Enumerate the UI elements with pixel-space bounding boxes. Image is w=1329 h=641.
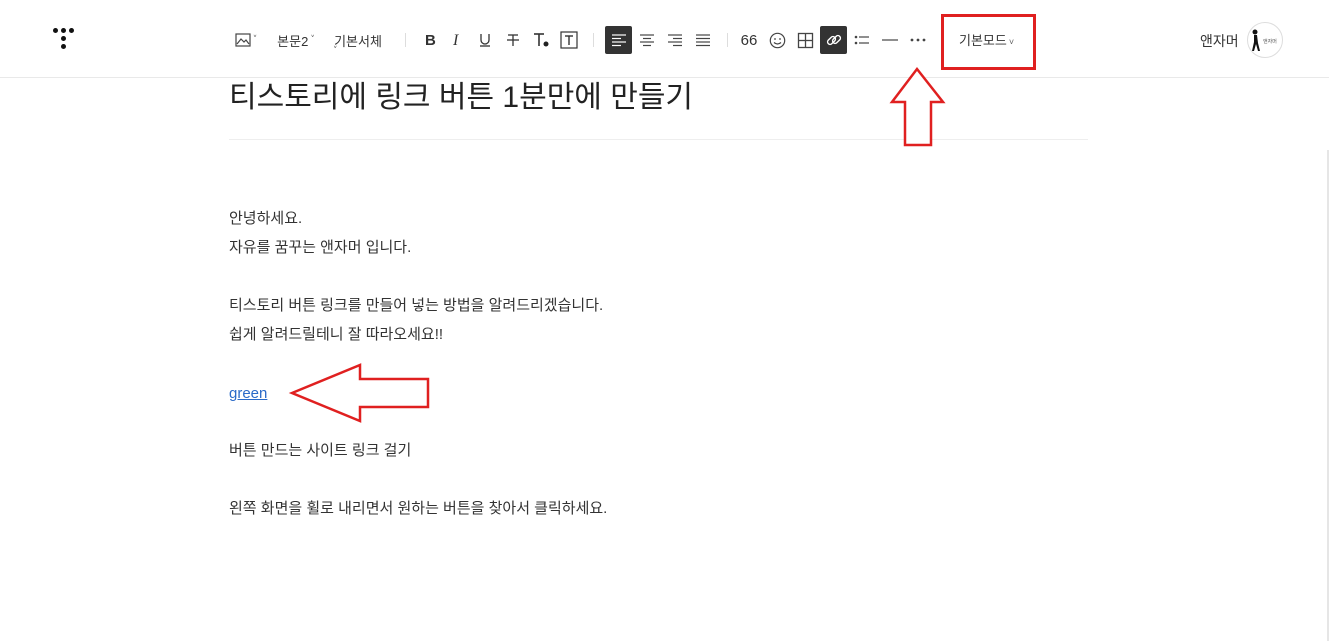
paragraph-style-label: 본문2 [277,33,309,49]
insert-image-button[interactable]: ˅ [232,26,260,54]
list-button[interactable] [850,26,874,54]
chevron-down-icon: ˅ [310,35,315,45]
logo-icon[interactable] [50,26,78,54]
font-family-select[interactable]: 기본서체 [330,26,386,54]
background-color-icon [560,31,578,49]
emoji-button[interactable] [765,26,789,54]
image-icon [235,33,251,47]
body-line[interactable]: 쉽게 알려드릴테니 잘 따라오세요!! [229,320,443,349]
more-button[interactable] [906,26,930,54]
align-right-icon [667,33,683,47]
editor-toolbar: ˅ 본문2 ˅ 기본서체 ˅ B I 66 기본모드 ˅ 앤자머 앤자머 [0,0,1329,78]
bold-icon: B [423,32,437,48]
strikethrough-icon [506,32,520,48]
align-justify-icon [695,33,711,47]
align-justify-button[interactable] [690,26,716,54]
body-line[interactable]: 왼쪽 화면을 휠로 내리면서 원하는 버튼을 찾아서 클릭하세요. [229,494,607,523]
align-center-icon [639,33,655,47]
strikethrough-button[interactable] [501,26,525,54]
align-left-button[interactable] [605,26,632,54]
table-button[interactable] [793,26,817,54]
bold-button[interactable]: B [418,26,442,54]
body-line[interactable]: 버튼 만드는 사이트 링크 걸기 [229,436,411,465]
link-button[interactable] [820,26,847,54]
align-left-icon [611,33,627,47]
up-arrow-annotation-icon [889,66,946,147]
table-icon [797,32,814,49]
title-divider [229,139,1088,140]
paragraph-style-select[interactable]: 본문2 ˅ [272,26,320,54]
chevron-down-icon: ˅ [1008,37,1015,47]
chevron-down-icon: ˅ [333,46,338,56]
more-icon [910,38,926,42]
background-color-button[interactable] [557,26,581,54]
quote-button[interactable]: 66 [737,26,761,54]
avatar[interactable]: 앤자머 [1247,22,1283,58]
divider-icon [882,38,898,42]
toolbar-divider [405,33,406,47]
link-icon [825,31,843,49]
quote-icon: 66 [740,31,758,49]
svg-text:I: I [452,32,459,48]
toolbar-divider [727,33,728,47]
text-color-button[interactable] [529,26,553,54]
emoji-icon [769,32,786,49]
editor-mode-select[interactable]: 기본모드 ˅ [959,30,1014,49]
toolbar-divider [593,33,594,47]
align-right-button[interactable] [662,26,688,54]
italic-icon: I [450,32,464,48]
chevron-down-icon: ˅ [252,35,258,45]
green-link[interactable]: green [229,379,267,408]
align-center-button[interactable] [634,26,660,54]
text-color-icon [532,32,550,48]
svg-text:B: B [425,32,436,48]
divider-button[interactable] [878,26,902,54]
post-title[interactable]: 티스토리에 링크 버튼 1분만에 만들기 [229,72,693,116]
svg-text:앤자머: 앤자머 [1263,38,1277,45]
body-line[interactable]: 안녕하세요. [229,204,302,233]
body-line[interactable]: 자유를 꿈꾸는 앤자머 입니다. [229,233,411,262]
editor-mode-label: 기본모드 [959,33,1007,48]
underline-button[interactable] [473,26,497,54]
font-family-label: 기본서체 [334,33,382,49]
user-name[interactable]: 앤자머 [1200,31,1239,51]
list-icon [854,34,870,46]
italic-button[interactable]: I [445,26,469,54]
body-line[interactable]: 티스토리 버튼 링크를 만들어 넣는 방법을 알려드리겠습니다. [229,291,603,320]
underline-icon [478,32,492,48]
left-arrow-annotation-icon [288,363,430,423]
